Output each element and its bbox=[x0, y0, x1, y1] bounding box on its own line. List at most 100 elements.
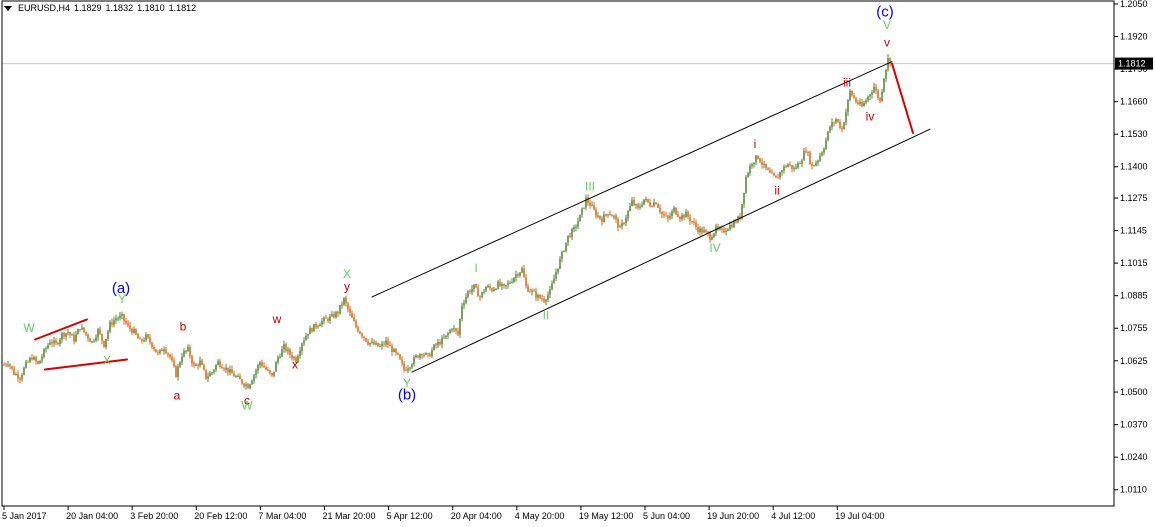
candle-body bbox=[553, 278, 555, 284]
candle-body bbox=[771, 172, 773, 174]
candle-body bbox=[459, 319, 461, 335]
candle-body bbox=[21, 374, 23, 380]
candle-body bbox=[653, 202, 655, 207]
candle-body bbox=[659, 207, 661, 213]
candle-body bbox=[719, 228, 721, 230]
candle-body bbox=[265, 367, 267, 370]
candle-body bbox=[423, 354, 425, 356]
candle-body bbox=[179, 362, 181, 367]
wave-label: w bbox=[272, 312, 282, 326]
candle-body bbox=[807, 152, 809, 154]
x-tick-label: 21 Mar 20:00 bbox=[323, 511, 376, 521]
candle-body bbox=[379, 346, 381, 348]
candle-body bbox=[5, 364, 7, 366]
candle-body bbox=[159, 349, 161, 354]
candle-body bbox=[727, 229, 729, 231]
candle-body bbox=[49, 342, 51, 345]
projection-arrow-line[interactable] bbox=[891, 62, 914, 134]
candle-body bbox=[193, 363, 195, 366]
candle-body bbox=[701, 228, 703, 233]
candle-body bbox=[23, 367, 25, 375]
candle-body bbox=[495, 288, 497, 290]
candle-body bbox=[761, 162, 763, 165]
candle-body bbox=[11, 366, 13, 369]
channel-lower-line[interactable] bbox=[411, 128, 931, 373]
candle-body bbox=[185, 350, 187, 352]
candle-body bbox=[349, 309, 351, 313]
y-tick-label: 1.0240 bbox=[1120, 452, 1148, 462]
candle-body bbox=[209, 373, 211, 377]
candle-body bbox=[531, 290, 533, 292]
candle-body bbox=[105, 339, 107, 348]
candle-body bbox=[311, 328, 313, 332]
price-chart[interactable]: (a)(b)(c)WXYWXYIIIIIIIVVabcwxyiiiiiiivv … bbox=[0, 0, 1155, 527]
candle-body bbox=[335, 311, 337, 318]
candle-body bbox=[475, 284, 477, 288]
candle-body bbox=[319, 324, 321, 326]
candle-body bbox=[61, 333, 63, 340]
candle-body bbox=[609, 214, 611, 216]
candle-body bbox=[217, 361, 219, 365]
candle-body bbox=[651, 206, 653, 208]
candle-body bbox=[89, 338, 91, 342]
candle-body bbox=[477, 287, 479, 297]
candle-body bbox=[593, 205, 595, 210]
candle-body bbox=[811, 163, 813, 166]
candle-body bbox=[873, 86, 875, 93]
candle-body bbox=[505, 285, 507, 287]
candle-body bbox=[647, 198, 649, 203]
candle-body bbox=[837, 119, 839, 122]
candle-body bbox=[503, 283, 505, 286]
candle-body bbox=[197, 364, 199, 366]
candle-body bbox=[119, 315, 121, 319]
candle-body bbox=[731, 224, 733, 228]
candle-body bbox=[351, 312, 353, 318]
candle-body bbox=[435, 344, 437, 346]
candle-body bbox=[143, 340, 145, 342]
triangle-lower-line[interactable] bbox=[44, 358, 128, 371]
candle-body bbox=[511, 281, 513, 283]
channel-upper-line[interactable] bbox=[371, 61, 893, 298]
candle-body bbox=[463, 302, 465, 306]
candle-body bbox=[857, 102, 859, 104]
wave-label: ii bbox=[774, 183, 779, 197]
wave-label: b bbox=[180, 320, 187, 334]
candle-body bbox=[199, 360, 201, 366]
candle-body bbox=[263, 366, 265, 368]
candle-body bbox=[579, 214, 581, 222]
candle-body bbox=[581, 208, 583, 215]
candle-body bbox=[723, 229, 725, 233]
candle-body bbox=[481, 292, 483, 298]
candle-body bbox=[437, 342, 439, 346]
y-tick-label: 1.1400 bbox=[1120, 162, 1148, 172]
candle-body bbox=[851, 90, 853, 96]
wave-label: II bbox=[543, 308, 550, 322]
plot-frame bbox=[1, 0, 1115, 507]
candle-body bbox=[183, 351, 185, 357]
candle-body bbox=[85, 332, 87, 335]
candle-body bbox=[585, 197, 587, 208]
wave-label: Y bbox=[118, 292, 126, 306]
candle-body bbox=[353, 317, 355, 322]
candle-body bbox=[213, 369, 215, 373]
x-tick-label: 3 Feb 20:00 bbox=[130, 511, 178, 521]
candle-body bbox=[623, 223, 625, 225]
candle-body bbox=[663, 214, 665, 216]
candle-body bbox=[45, 348, 47, 350]
candle-body bbox=[631, 200, 633, 206]
y-tick-label: 1.1530 bbox=[1120, 129, 1148, 139]
candle-body bbox=[443, 337, 445, 339]
candle-body bbox=[793, 168, 795, 170]
candle-body bbox=[829, 127, 831, 132]
candle-body bbox=[643, 199, 645, 205]
candle-body bbox=[139, 338, 141, 340]
candle-body bbox=[721, 228, 723, 230]
candle-body bbox=[487, 286, 489, 288]
candle-body bbox=[545, 299, 547, 302]
candle-body bbox=[175, 366, 177, 378]
candle-body bbox=[813, 165, 815, 167]
candle-body bbox=[747, 173, 749, 177]
y-tick-label: 1.0755 bbox=[1120, 323, 1148, 333]
candle-body bbox=[551, 283, 553, 290]
wave-label: a bbox=[174, 389, 181, 403]
